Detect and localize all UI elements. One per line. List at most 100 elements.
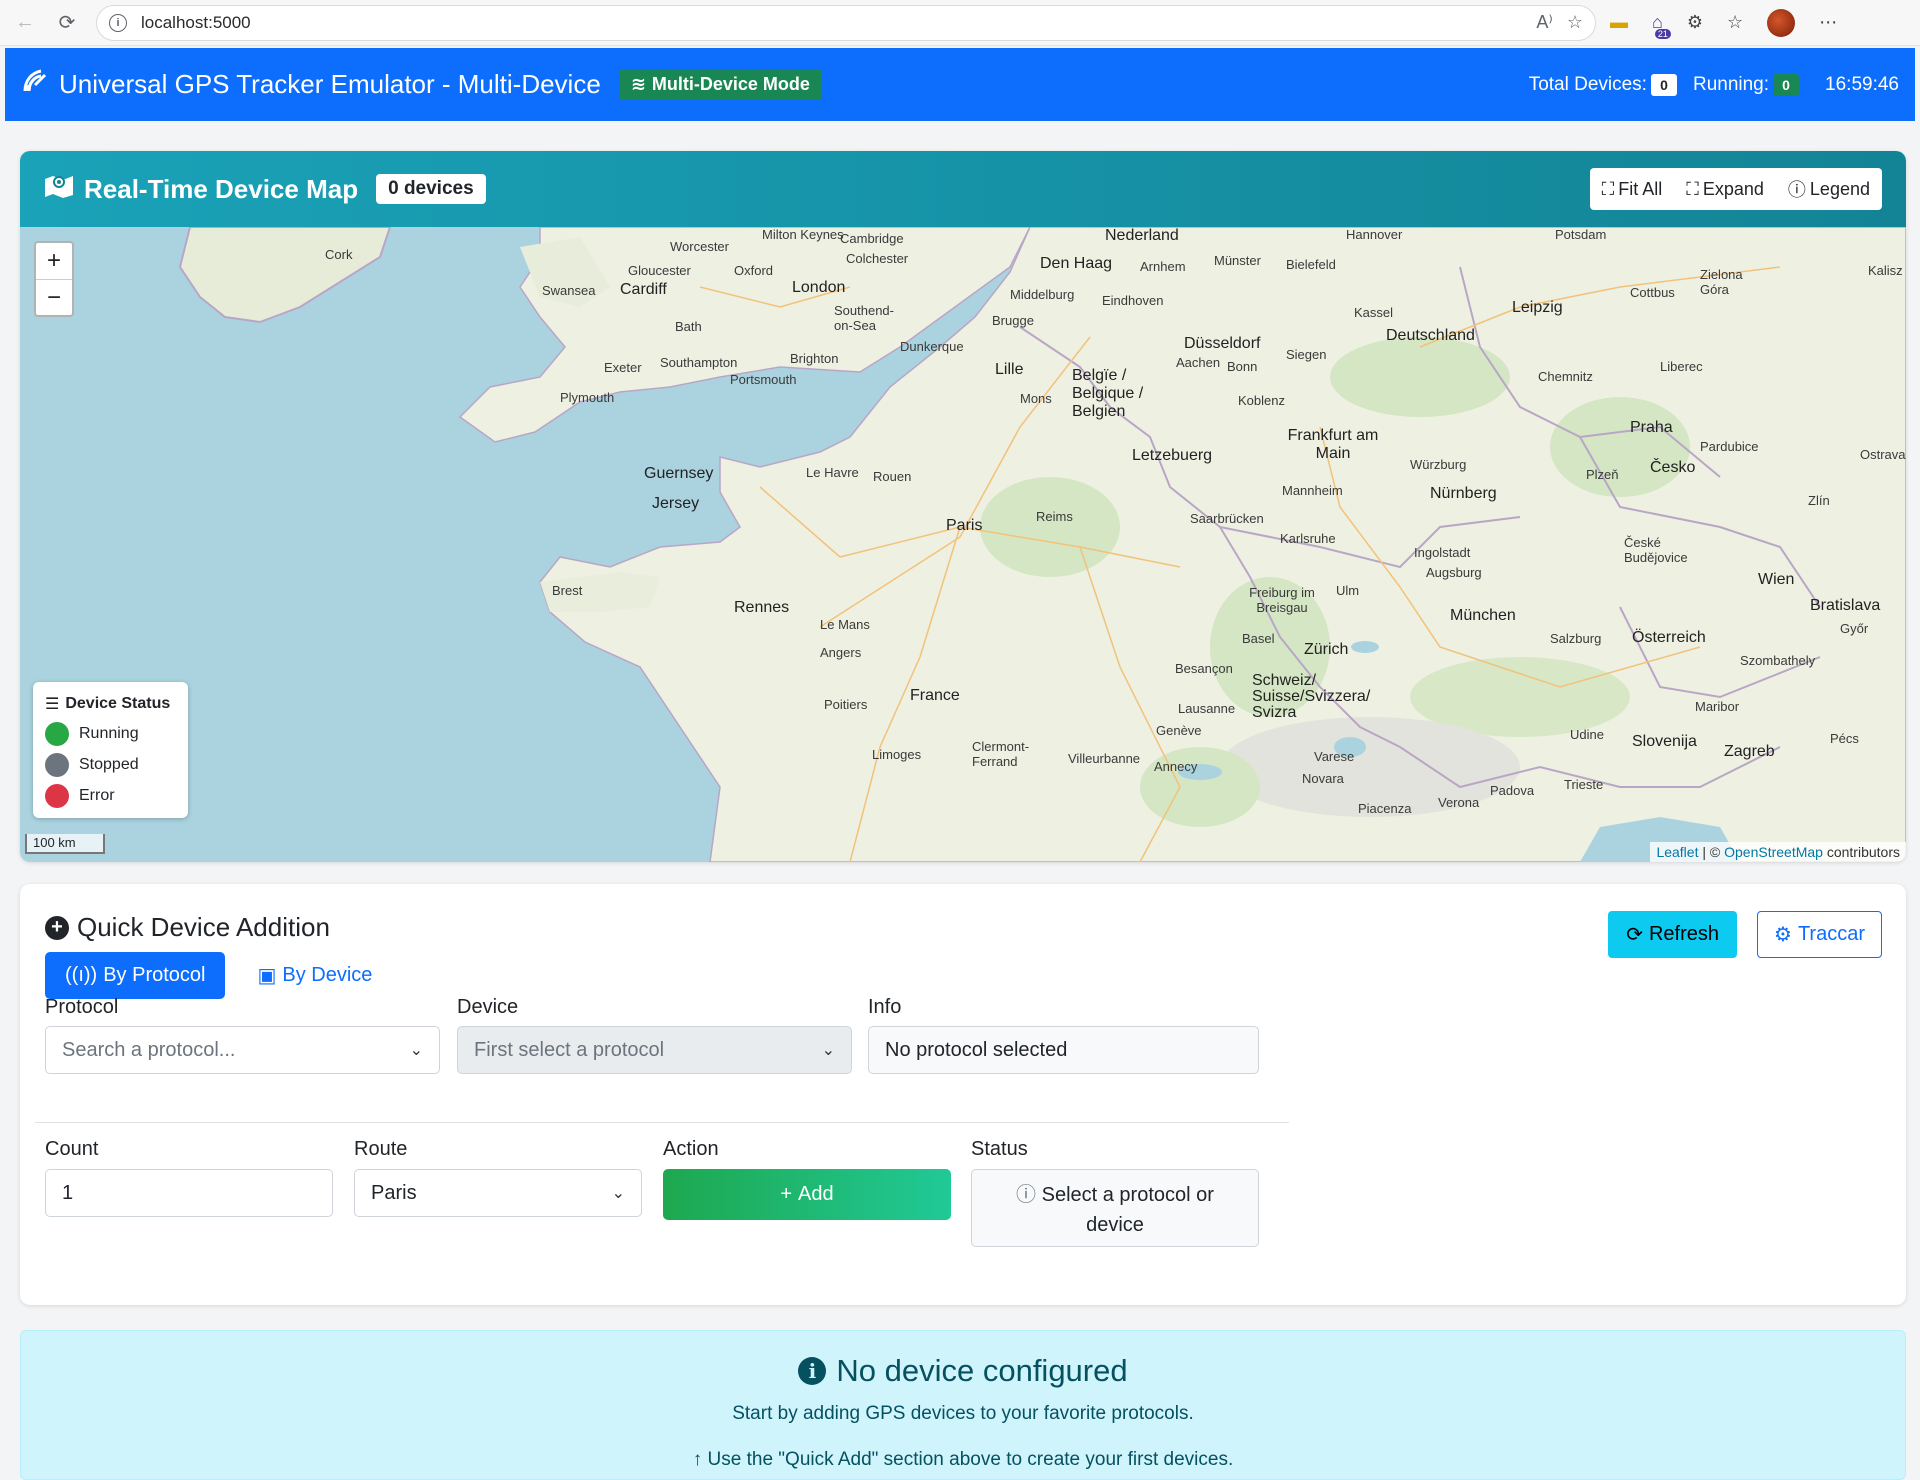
map-place-label: Oxford <box>734 263 774 278</box>
map-place-label: Augsburg <box>1426 565 1482 580</box>
address-bar[interactable]: i localhost:5000 A⁾ ☆ <box>96 4 1596 41</box>
map-place-label: München <box>1450 607 1516 624</box>
map-place-label: Österreich <box>1632 629 1706 646</box>
browser-toolbar: ← ⟳ i localhost:5000 A⁾ ☆ ▬ ⌂ 21 ⚙ ☆ ⋯ <box>0 0 1920 46</box>
map-place-label: Schweiz/ Suisse/Svizzera/ Svizra <box>1252 672 1371 721</box>
compress-icon: ⛶ <box>1601 178 1615 199</box>
map-place-label: Bratislava <box>1810 597 1881 614</box>
legend-title-text: Device Status <box>65 695 171 712</box>
device-select[interactable]: First select a protocol ⌄ <box>457 1026 852 1074</box>
favorites-icon[interactable]: ☆ <box>1727 12 1743 33</box>
legend-item-stopped: Stopped <box>45 753 176 777</box>
map-place-label: Potsdam <box>1555 227 1607 242</box>
count-input[interactable]: 1 <box>45 1169 333 1217</box>
map-place-label: France <box>910 687 960 704</box>
map-place-label: Plymouth <box>560 390 615 405</box>
microchip-icon: ▣ <box>257 965 277 987</box>
info-circle-icon: ⓘ <box>1016 1184 1037 1206</box>
map-place-label: Reims <box>1036 509 1073 524</box>
map-card: Real-Time Device Map 0 devices ⛶ Fit All … <box>20 151 1906 862</box>
more-menu-icon[interactable]: ⋯ <box>1819 12 1837 33</box>
map-place-label: Poitiers <box>824 697 868 712</box>
layers-icon: ≋ <box>630 74 646 94</box>
map-place-label: Cambridge <box>840 231 904 246</box>
form-divider <box>35 1122 1289 1123</box>
map-place-label: Kalisz <box>1868 263 1903 278</box>
map-place-label: Cork <box>325 247 353 262</box>
reload-icon[interactable]: ⟳ <box>50 6 84 40</box>
extensions-icon[interactable]: ⚙ <box>1687 12 1703 33</box>
refresh-button[interactable]: ⟳ Refresh <box>1608 911 1738 958</box>
no-device-alert: i No device configured Start by adding G… <box>20 1330 1906 1480</box>
map-place-label: Praha <box>1630 419 1673 436</box>
map-place-label: Annecy <box>1154 759 1198 774</box>
map-marked-icon <box>44 173 74 206</box>
read-aloud-icon[interactable]: A⁾ <box>1536 12 1552 33</box>
app-title: Universal GPS Tracker Emulator - Multi-D… <box>59 69 601 99</box>
map-place-label: Paris <box>946 517 983 534</box>
route-label: Route <box>354 1138 408 1160</box>
chevron-down-icon: ⌄ <box>409 1042 423 1059</box>
map-place-label: Győr <box>1840 621 1869 636</box>
site-info-icon[interactable]: i <box>109 13 127 32</box>
device-placeholder: First select a protocol <box>474 1038 665 1061</box>
map-place-label: Novara <box>1302 771 1344 786</box>
chevron-down-icon: ⌄ <box>821 1042 835 1059</box>
map-place-label: Hannover <box>1346 227 1403 242</box>
map-place-label: Besançon <box>1175 661 1233 676</box>
map-place-label: Den Haag <box>1040 255 1113 272</box>
back-icon[interactable]: ← <box>8 6 42 40</box>
leaflet-link[interactable]: Leaflet <box>1656 844 1698 860</box>
traccar-button[interactable]: ⚙ Traccar <box>1757 911 1882 958</box>
broadcast-tower-icon: ((ı)) <box>65 964 98 986</box>
map-place-label: Rennes <box>734 599 790 616</box>
protocol-label: Protocol <box>45 996 119 1018</box>
map-place-label: Genève <box>1156 723 1202 738</box>
map-place-label: Verona <box>1438 795 1480 810</box>
expand-icon: ⛶ <box>1686 178 1699 199</box>
traccar-label: Traccar <box>1797 923 1865 945</box>
info-circle-icon: ⓘ <box>1787 180 1806 200</box>
zoom-in-button[interactable]: + <box>36 243 72 279</box>
wallet-icon[interactable]: ▬ <box>1610 12 1628 33</box>
tab-label: By Protocol <box>103 964 206 986</box>
map-place-label: Slovenija <box>1632 733 1697 750</box>
tab-by-device[interactable]: ▣ By Device <box>237 952 392 999</box>
map-place-label: Pardubice <box>1700 439 1759 454</box>
map-canvas[interactable]: Cork Worcester Milton Keynes Cambridge C… <box>20 227 1906 862</box>
map-attribution: Leaflet | © OpenStreetMap contributors <box>1650 842 1906 862</box>
map-place-label: Münster <box>1214 253 1261 268</box>
map-place-label: Zlín <box>1808 493 1830 508</box>
map-place-label: Aachen <box>1176 355 1221 370</box>
sync-icon: ⟳ <box>1626 924 1643 946</box>
alert-title-text: No device configured <box>836 1353 1128 1388</box>
quick-add-title: + Quick Device Addition <box>45 912 330 943</box>
map-place-label: Colchester <box>846 251 909 266</box>
count-value: 1 <box>62 1181 74 1204</box>
map-place-label: Würzburg <box>1410 457 1467 472</box>
add-device-button[interactable]: + Add <box>663 1169 951 1220</box>
chevron-down-icon: ⌄ <box>611 1185 625 1202</box>
map-place-label: Karlsruhe <box>1280 531 1336 546</box>
add-label: Add <box>798 1183 834 1205</box>
fit-all-button[interactable]: ⛶ Fit All <box>1590 168 1675 210</box>
profile-avatar[interactable] <box>1767 8 1796 37</box>
zoom-out-button[interactable]: − <box>36 279 72 315</box>
route-select[interactable]: Paris ⌄ <box>354 1169 642 1217</box>
osm-link[interactable]: OpenStreetMap <box>1724 844 1823 860</box>
favorite-star-icon[interactable]: ☆ <box>1567 12 1583 33</box>
count-label: Count <box>45 1138 99 1160</box>
extension-badge-icon[interactable]: ⌂ 21 <box>1652 12 1671 39</box>
legend-item-label: Stopped <box>79 756 139 773</box>
expand-button[interactable]: ⛶ Expand <box>1674 168 1776 210</box>
map-place-label: Gloucester <box>628 263 691 278</box>
tab-by-protocol[interactable]: ((ı)) By Protocol <box>45 952 226 999</box>
status-label: Status <box>971 1138 1028 1160</box>
map-place-label: Brugge <box>992 313 1034 328</box>
map-place-label: Le Mans <box>820 617 870 632</box>
map-place-label: Villeurbanne <box>1068 751 1141 766</box>
map-place-label: Brest <box>552 583 583 598</box>
legend-item-label: Running <box>79 725 139 742</box>
legend-button[interactable]: ⓘ Legend <box>1776 168 1882 210</box>
protocol-select[interactable]: Search a protocol... ⌄ <box>45 1026 440 1074</box>
